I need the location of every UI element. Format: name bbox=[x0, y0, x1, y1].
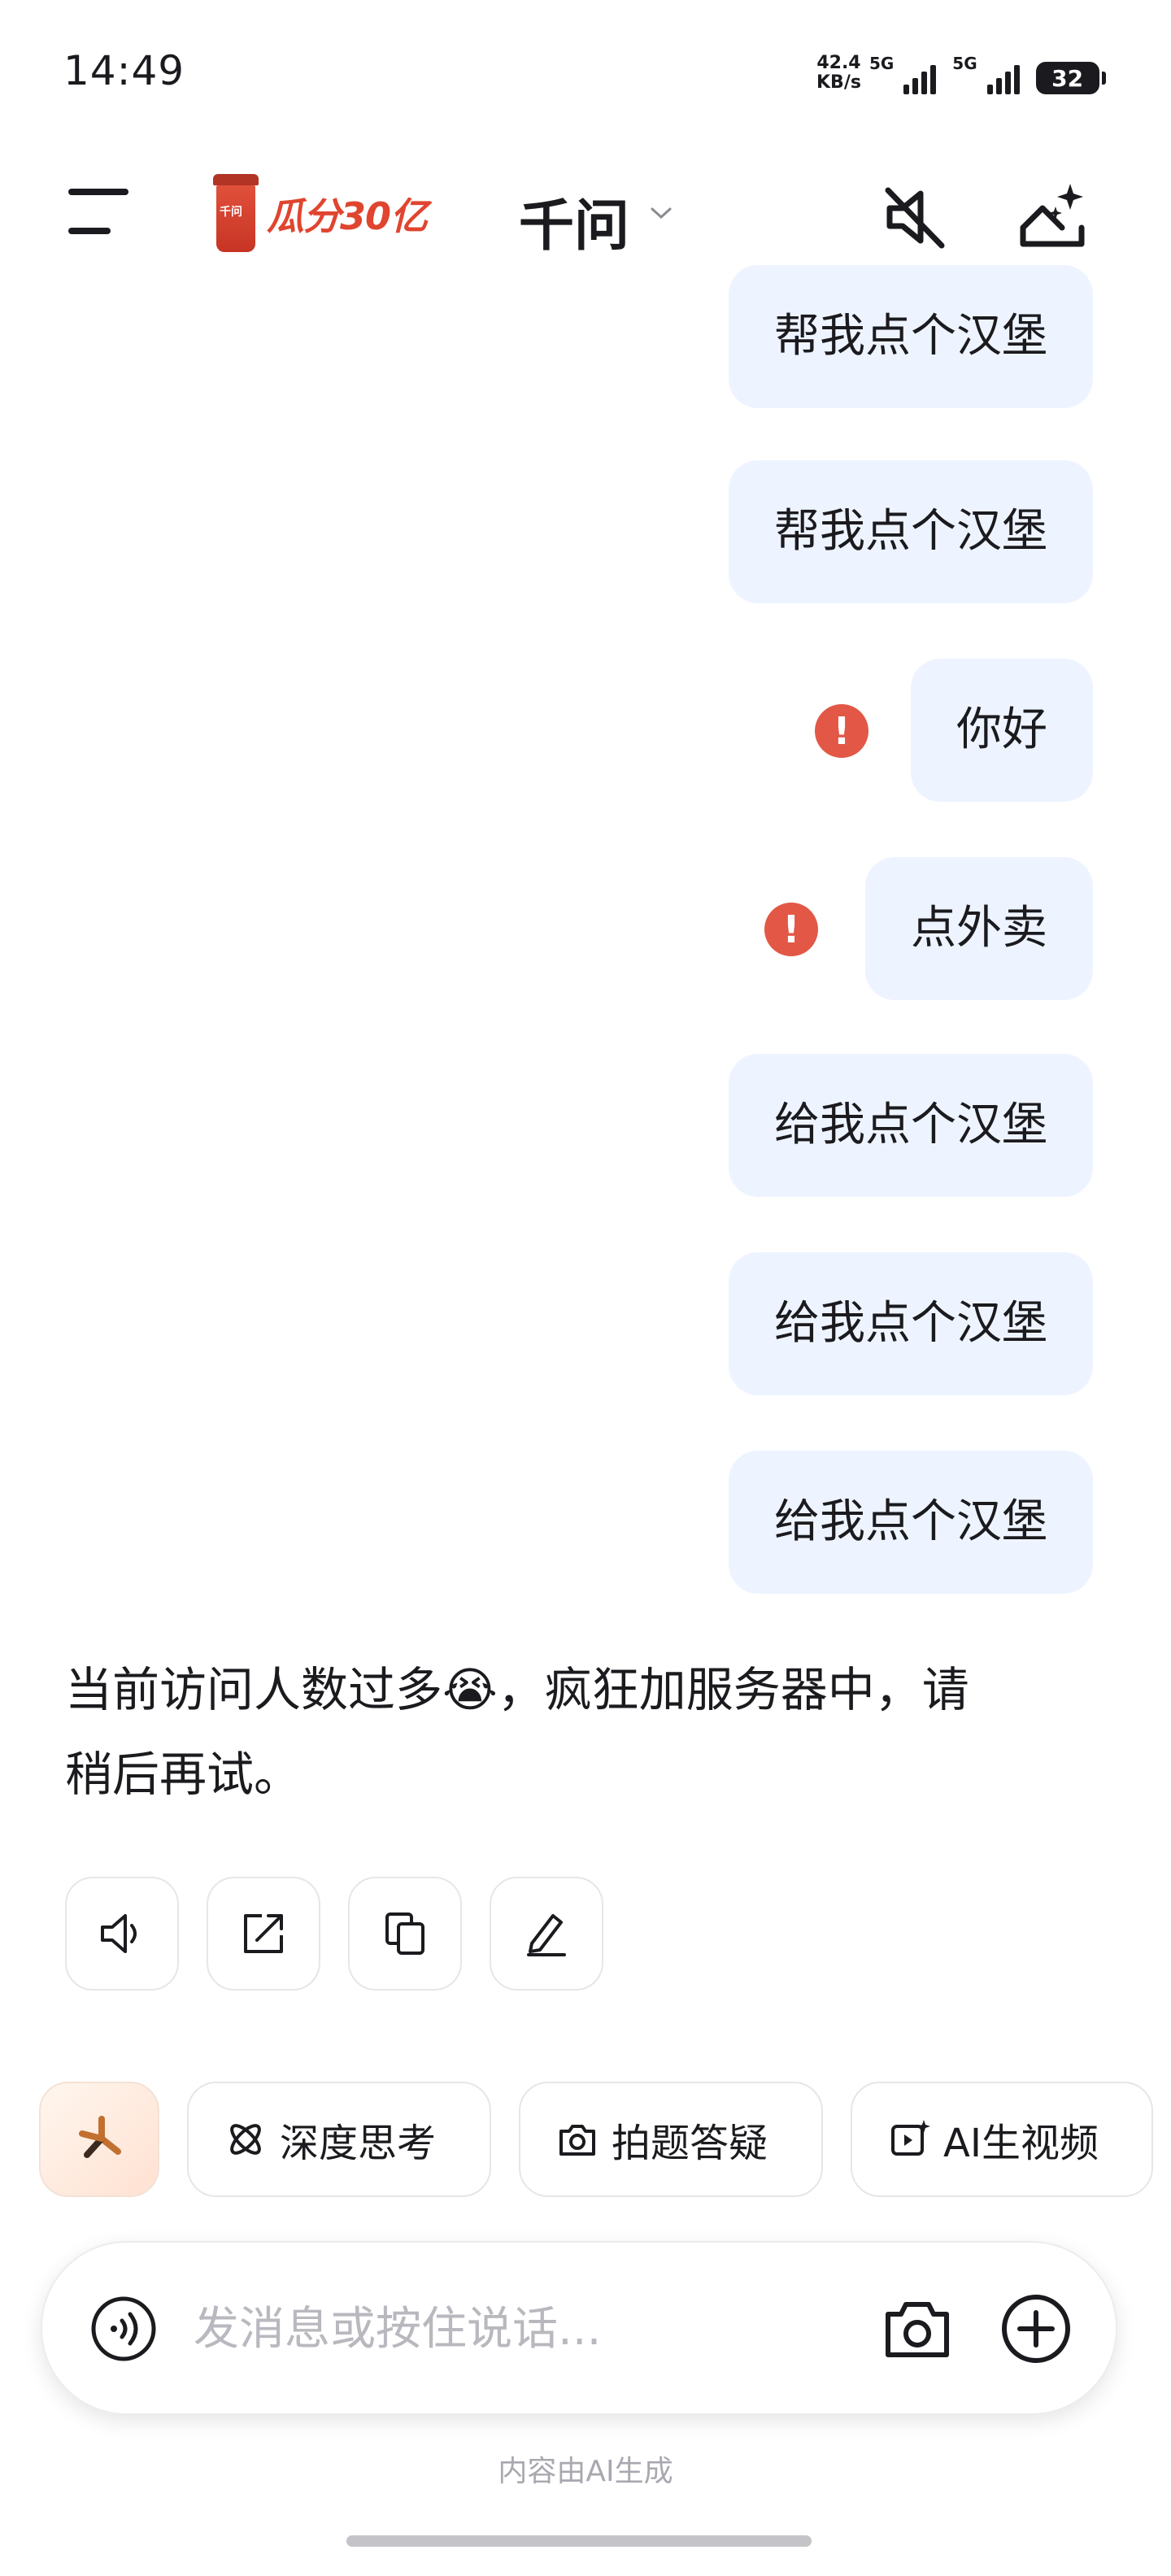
message-text: 帮我点个汉堡 bbox=[774, 505, 1047, 558]
assistant-reply-line: 稍后再试。 bbox=[65, 1747, 302, 1802]
chip-photo-answer[interactable]: 拍题答疑 bbox=[519, 2082, 823, 2197]
status-indicators: 42.4 KB/s 5G 5G 32 bbox=[816, 54, 1106, 111]
message-text: 你好 bbox=[956, 703, 1047, 756]
chip-special-tool[interactable] bbox=[39, 2082, 159, 2197]
user-message-bubble[interactable]: 帮我点个汉堡 bbox=[729, 460, 1093, 603]
sim2-network-type: 5G bbox=[952, 54, 977, 73]
user-message-bubble[interactable]: 给我点个汉堡 bbox=[729, 1252, 1093, 1395]
coffee-cup-icon: 千问 bbox=[213, 174, 259, 254]
new-chat-sparkle-icon[interactable] bbox=[1013, 181, 1095, 254]
edit-button[interactable] bbox=[490, 1877, 603, 1991]
edit-icon bbox=[527, 1914, 566, 1956]
chip-label: 拍题答疑 bbox=[612, 2121, 768, 2166]
share-button[interactable] bbox=[207, 1877, 320, 1991]
camera-icon bbox=[559, 2125, 595, 2156]
battery-level: 32 bbox=[1051, 64, 1084, 92]
network-speed-value: 42.4 bbox=[816, 53, 861, 73]
user-message-bubble[interactable]: 给我点个汉堡 bbox=[729, 1451, 1093, 1594]
message-input[interactable] bbox=[192, 2291, 886, 2366]
signal-strength-icon bbox=[986, 62, 1020, 94]
message-text: 给我点个汉堡 bbox=[774, 1297, 1047, 1350]
message-text: 给我点个汉堡 bbox=[774, 1099, 1047, 1151]
signal-strength-icon bbox=[903, 62, 937, 94]
promo-text: 瓜分30亿 bbox=[267, 194, 428, 238]
error-alert-icon[interactable]: ! bbox=[764, 903, 818, 956]
ai-generated-notice: 内容由AI生成 bbox=[498, 2455, 673, 2488]
app-title[interactable]: 千问 bbox=[519, 181, 629, 261]
assistant-reply-line: 当前访问人数过多😭，疯狂加服务器中，请 bbox=[65, 1662, 969, 1717]
user-message-bubble[interactable]: 你好 bbox=[911, 659, 1093, 802]
read-aloud-button[interactable] bbox=[65, 1877, 179, 1991]
chip-ai-video[interactable]: AI生视频 bbox=[851, 2082, 1153, 2197]
chip-deep-think[interactable]: 深度思考 bbox=[187, 2082, 491, 2197]
error-alert-icon[interactable]: ! bbox=[815, 704, 868, 758]
speaker-muted-icon[interactable] bbox=[880, 182, 950, 252]
user-message-bubble[interactable]: 给我点个汉堡 bbox=[729, 1054, 1093, 1197]
chip-label: 深度思考 bbox=[280, 2121, 437, 2166]
camera-icon[interactable] bbox=[883, 2296, 951, 2361]
assistant-reply: 当前访问人数过多😭，疯狂加服务器中，请 稍后再试。 bbox=[65, 1647, 1090, 1817]
message-text: 点外卖 bbox=[911, 902, 1047, 955]
promo-banner[interactable]: 千问 瓜分30亿 bbox=[213, 174, 428, 254]
network-speed-unit: KB/s bbox=[816, 72, 861, 93]
chip-label: AI生视频 bbox=[943, 2121, 1099, 2166]
status-time: 14:49 bbox=[63, 47, 185, 94]
home-indicator[interactable] bbox=[346, 2535, 812, 2547]
copy-icon bbox=[385, 1912, 424, 1955]
message-composer bbox=[41, 2241, 1117, 2415]
chevron-down-icon[interactable] bbox=[649, 205, 673, 221]
atom-icon bbox=[230, 2124, 261, 2155]
plus-circle-icon[interactable] bbox=[1000, 2293, 1072, 2365]
sparkle-logo-icon bbox=[79, 2116, 121, 2158]
video-sparkle-icon bbox=[891, 2120, 930, 2156]
network-speed: 42.4 KB/s bbox=[816, 54, 861, 93]
user-message-bubble[interactable]: 帮我点个汉堡 bbox=[729, 265, 1093, 408]
voice-input-icon[interactable] bbox=[89, 2295, 158, 2363]
cup-logo-text: 千问 bbox=[220, 206, 242, 219]
message-text: 给我点个汉堡 bbox=[774, 1495, 1047, 1548]
menu-icon[interactable] bbox=[68, 189, 137, 237]
speaker-icon bbox=[101, 1914, 137, 1953]
user-message-bubble[interactable]: 点外卖 bbox=[865, 857, 1093, 1000]
message-text: 帮我点个汉堡 bbox=[774, 310, 1047, 363]
battery-icon: 32 bbox=[1035, 62, 1106, 94]
share-icon bbox=[244, 1914, 283, 1953]
copy-button[interactable] bbox=[348, 1877, 462, 1991]
sim1-network-type: 5G bbox=[868, 54, 895, 73]
